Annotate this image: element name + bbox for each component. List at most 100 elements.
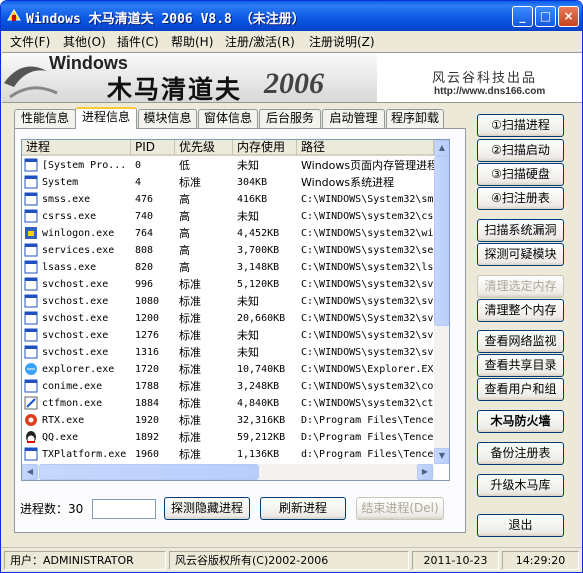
- process-mem: 4,452KB: [237, 228, 280, 239]
- scan-vulnerability-button[interactable]: 扫描系统漏洞: [477, 219, 564, 242]
- table-row[interactable]: svchost.exe 1276 标准 未知 C:\WINDOWS\system32\s…: [22, 327, 434, 344]
- table-row[interactable]: csrss.exe 740 高 未知 C:\WINDOWS\system32\csrss…: [22, 208, 434, 225]
- horizontal-scroll-thumb[interactable]: [39, 464, 259, 480]
- tab-modules[interactable]: 模块信息: [138, 109, 197, 128]
- process-name: csrss.exe: [42, 211, 97, 222]
- menu-plugins[interactable]: 插件(C): [117, 33, 159, 50]
- tab-performance[interactable]: 性能信息: [14, 109, 76, 128]
- horizontal-scrollbar[interactable]: ◀ ▶: [22, 464, 434, 480]
- table-row[interactable]: svchost.exe 1316 标准 未知 C:\WINDOWS\system32\s…: [22, 344, 434, 361]
- detect-suspicious-module-button[interactable]: 探测可疑模块: [477, 243, 564, 266]
- tab-processes[interactable]: 进程信息: [75, 107, 137, 129]
- process-pri: 标准: [179, 329, 201, 342]
- update-trojan-db-button[interactable]: 升级木马库: [477, 474, 564, 497]
- scan-disk-button[interactable]: ③扫描硬盘: [477, 163, 564, 186]
- trojan-firewall-button[interactable]: 木马防火墙: [477, 410, 564, 433]
- window-icon: [24, 260, 38, 274]
- process-name: services.exe: [42, 245, 115, 256]
- clean-selected-memory-button[interactable]: 清理选定内存: [477, 275, 564, 298]
- col-memory[interactable]: 内存使用: [233, 140, 297, 156]
- status-date: 2011-10-23: [412, 551, 499, 570]
- logon-icon: [25, 227, 37, 239]
- process-mem: 304KB: [237, 177, 268, 188]
- process-count-label: 进程数：30: [20, 502, 84, 516]
- process-pid: 996: [135, 279, 154, 290]
- explorer-icon: [25, 363, 37, 375]
- col-process[interactable]: 进程: [22, 140, 131, 156]
- table-row[interactable]: smss.exe 476 高 416KB C:\WINDOWS\System32\sms…: [22, 191, 434, 208]
- table-row[interactable]: services.exe 808 高 3,700KB C:\WINDOWS\system…: [22, 242, 434, 259]
- table-row[interactable]: ctfmon.exe 1884 标准 4,840KB C:\WINDOWS\system…: [22, 395, 434, 412]
- table-row[interactable]: conime.exe 1788 标准 3,248KB C:\WINDOWS\system…: [22, 378, 434, 395]
- refresh-process-button[interactable]: 刷新进程: [260, 497, 346, 520]
- tab-uninstall[interactable]: 程序卸载: [386, 109, 444, 128]
- table-row[interactable]: QQ.exe 1892 标准 59,212KB D:\Program Files\Ten…: [22, 429, 434, 446]
- end-process-button[interactable]: 结束进程(Del): [356, 497, 444, 520]
- scroll-right-arrow-icon[interactable]: ▶: [417, 464, 433, 480]
- process-path: D:\Program Files\Tencent\RTX\RTX.exe: [301, 415, 434, 426]
- process-pri: 高: [179, 261, 190, 274]
- process-name: svchost.exe: [42, 330, 109, 341]
- scroll-down-arrow-icon[interactable]: ▼: [434, 448, 449, 464]
- tab-services[interactable]: 后台服务: [259, 109, 321, 128]
- vertical-scroll-thumb[interactable]: [434, 156, 449, 326]
- window-icon: [24, 277, 38, 291]
- col-priority[interactable]: 优先级: [175, 140, 233, 156]
- process-pri: 标准: [179, 363, 201, 376]
- process-name: conime.exe: [42, 381, 103, 392]
- table-row[interactable]: explorer.exe 1720 标准 10,740KB C:\WINDOWS\Exp…: [22, 361, 434, 378]
- clean-all-memory-button[interactable]: 清理整个内存: [477, 299, 564, 322]
- table-row[interactable]: svchost.exe 1200 标准 20,660KB C:\WINDOWS\Syst…: [22, 310, 434, 327]
- close-button[interactable]: ×: [558, 6, 579, 27]
- process-list[interactable]: 进程 PID 优先级 内存使用 路径 [System Pro... 0 低未知 Win…: [21, 139, 450, 481]
- table-row[interactable]: winlogon.exe 764 高 4,452KB C:\WINDOWS\system…: [22, 225, 434, 242]
- shared-folders-button[interactable]: 查看共享目录: [477, 354, 564, 377]
- scan-registry-button[interactable]: ④扫注册表: [477, 187, 564, 210]
- title-bar[interactable]: Windows 木马清道夫 2006 V8.8 （未注册） _ □ ×: [1, 1, 582, 31]
- process-pid: 1720: [135, 364, 160, 375]
- window-icon: [24, 175, 38, 189]
- scan-startup-button[interactable]: ②扫描启动: [477, 139, 564, 162]
- col-path[interactable]: 路径: [297, 140, 434, 156]
- table-row[interactable]: lsass.exe 820 高 3,148KB C:\WINDOWS\system32\…: [22, 259, 434, 276]
- process-path: C:\WINDOWS\system32\csrss.exe: [301, 211, 434, 222]
- process-count-field[interactable]: [92, 499, 156, 519]
- process-pid: 1892: [135, 432, 160, 443]
- table-row[interactable]: System 4 标准 304KB Windows系统进程: [22, 174, 434, 191]
- menu-other[interactable]: 其他(O): [63, 33, 106, 50]
- status-user: 用户：ADMINISTRATOR: [4, 551, 166, 570]
- tab-startup[interactable]: 启动管理: [322, 109, 385, 128]
- process-name: svchost.exe: [42, 313, 109, 324]
- process-path: C:\WINDOWS\Explorer.EXE: [301, 364, 434, 375]
- menu-register[interactable]: 注册/激活(R): [225, 33, 295, 50]
- backup-registry-button[interactable]: 备份注册表: [477, 442, 564, 465]
- scroll-left-arrow-icon[interactable]: ◀: [22, 464, 38, 480]
- scan-process-button[interactable]: ①扫描进程: [477, 114, 564, 137]
- process-mem: 未知: [237, 210, 259, 223]
- process-name: winlogon.exe: [42, 228, 115, 239]
- minimize-button[interactable]: _: [512, 6, 533, 27]
- network-monitor-button[interactable]: 查看网络监视: [477, 330, 564, 353]
- users-groups-button[interactable]: 查看用户和组: [477, 378, 564, 401]
- maximize-button[interactable]: □: [535, 6, 556, 27]
- tab-windows[interactable]: 窗体信息: [198, 109, 258, 128]
- table-row[interactable]: [System Pro... 0 低 未知 Windows页面内存管理进程: [22, 157, 434, 174]
- detect-hidden-process-button[interactable]: 探测隐藏进程: [164, 497, 250, 520]
- table-row[interactable]: TXPlatform.exe 1960 标准 1,136KB d:\Program Fi…: [22, 446, 434, 463]
- qq-icon: [26, 431, 36, 443]
- banner: Windows 木马清道夫 2006 风云谷科技出品 http://www.dn…: [2, 52, 582, 103]
- table-row[interactable]: svchost.exe 1080 标准 未知 C:\WINDOWS\system32\s…: [22, 293, 434, 310]
- menu-file[interactable]: 文件(F): [10, 33, 50, 50]
- window-title: Windows 木马清道夫 2006 V8.8 （未注册）: [26, 12, 305, 27]
- vertical-scrollbar[interactable]: ▲ ▼: [434, 140, 449, 464]
- exit-button[interactable]: 退出: [477, 514, 564, 537]
- menu-help[interactable]: 帮助(H): [171, 33, 213, 50]
- process-pri: 高: [179, 227, 190, 240]
- table-row[interactable]: svchost.exe 996 标准 5,120KB C:\WINDOWS\system…: [22, 276, 434, 293]
- process-mem: 1,136KB: [237, 449, 280, 460]
- col-pid[interactable]: PID: [131, 140, 175, 156]
- process-name: lsass.exe: [42, 262, 97, 273]
- table-row[interactable]: RTX.exe 1920 标准 32,316KB D:\Program Files\Te…: [22, 412, 434, 429]
- menu-register-info[interactable]: 注册说明(Z): [309, 33, 375, 50]
- scroll-up-arrow-icon[interactable]: ▲: [434, 140, 449, 156]
